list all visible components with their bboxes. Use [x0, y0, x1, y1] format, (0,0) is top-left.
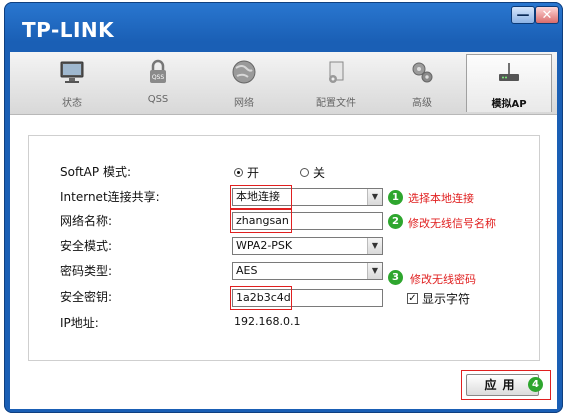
step-badge-1: 1: [388, 190, 403, 205]
tab-qss[interactable]: QSS QSS: [116, 54, 200, 112]
tab-softap[interactable]: 模拟AP: [466, 54, 552, 112]
tab-label: 配置文件: [316, 98, 356, 109]
close-button[interactable]: ✕: [535, 6, 559, 24]
radio-off-label: 关: [313, 166, 326, 180]
tab-network[interactable]: 网络: [202, 54, 286, 112]
chevron-down-icon[interactable]: ▼: [367, 263, 382, 279]
step-badge-2: 2: [388, 214, 403, 229]
radio-on-label: 开: [247, 166, 260, 180]
step-badge-4: 4: [528, 377, 543, 392]
security-mode-label: 安全模式:: [60, 239, 113, 253]
tab-advanced[interactable]: 高级: [380, 54, 464, 112]
ssid-label: 网络名称:: [60, 214, 113, 228]
show-chars-label: 显示字符: [422, 292, 471, 306]
note-change-password: 修改无线密码: [410, 273, 476, 286]
security-key-label: 安全密钥:: [60, 290, 113, 304]
ip-address-label: IP地址:: [60, 316, 99, 330]
security-mode-select[interactable]: WPA2-PSK ▼: [232, 237, 383, 255]
title-bar: TP-LINK — ✕: [4, 2, 563, 50]
config-file-icon: [329, 61, 344, 83]
tab-status[interactable]: 状态: [30, 54, 114, 112]
radio-off-dot: [300, 168, 309, 177]
router-icon: [499, 63, 519, 81]
radio-on-dot: [234, 168, 243, 177]
svg-text:QSS: QSS: [152, 74, 165, 81]
tab-config-file[interactable]: 配置文件: [294, 54, 378, 112]
tab-label: 模拟AP: [491, 99, 527, 110]
tab-toolbar: 状态 QSS QSS 网络 配置文件 高级 模拟AP: [10, 52, 557, 115]
ip-address-value: 192.168.0.1: [234, 315, 301, 328]
softap-mode-label: SoftAP 模式:: [60, 165, 131, 179]
tab-label: 网络: [234, 98, 254, 109]
step-badge-3: 3: [388, 270, 403, 285]
highlight-box-3: [230, 286, 292, 310]
internet-share-label: Internet连接共享:: [60, 190, 160, 204]
radio-off[interactable]: 关: [300, 164, 325, 181]
minimize-button[interactable]: —: [511, 6, 535, 24]
chevron-down-icon[interactable]: ▼: [367, 189, 382, 205]
note-select-local: 选择本地连接: [408, 192, 474, 205]
gears-icon: [412, 62, 433, 83]
brand-logo: TP-LINK: [22, 18, 115, 42]
cipher-type-select[interactable]: AES ▼: [232, 262, 383, 280]
monitor-icon: [60, 61, 84, 83]
checkbox-checked-icon: ✓: [407, 293, 418, 304]
cipher-type-value: AES: [236, 264, 258, 277]
highlight-box-1: [230, 185, 292, 209]
security-mode-value: WPA2-PSK: [236, 239, 293, 252]
globe-icon: [232, 60, 256, 84]
tab-label: QSS: [147, 94, 169, 105]
cipher-type-label: 密码类型:: [60, 264, 113, 278]
show-chars-checkbox[interactable]: ✓ 显示字符: [407, 290, 470, 307]
tab-label: 高级: [412, 98, 432, 109]
qss-lock-icon: QSS: [150, 59, 166, 83]
tab-label: 状态: [62, 98, 82, 109]
highlight-box-2: [230, 209, 292, 233]
chevron-down-icon[interactable]: ▼: [367, 238, 382, 254]
note-change-ssid: 修改无线信号名称: [408, 217, 496, 230]
radio-on[interactable]: 开: [234, 164, 259, 181]
